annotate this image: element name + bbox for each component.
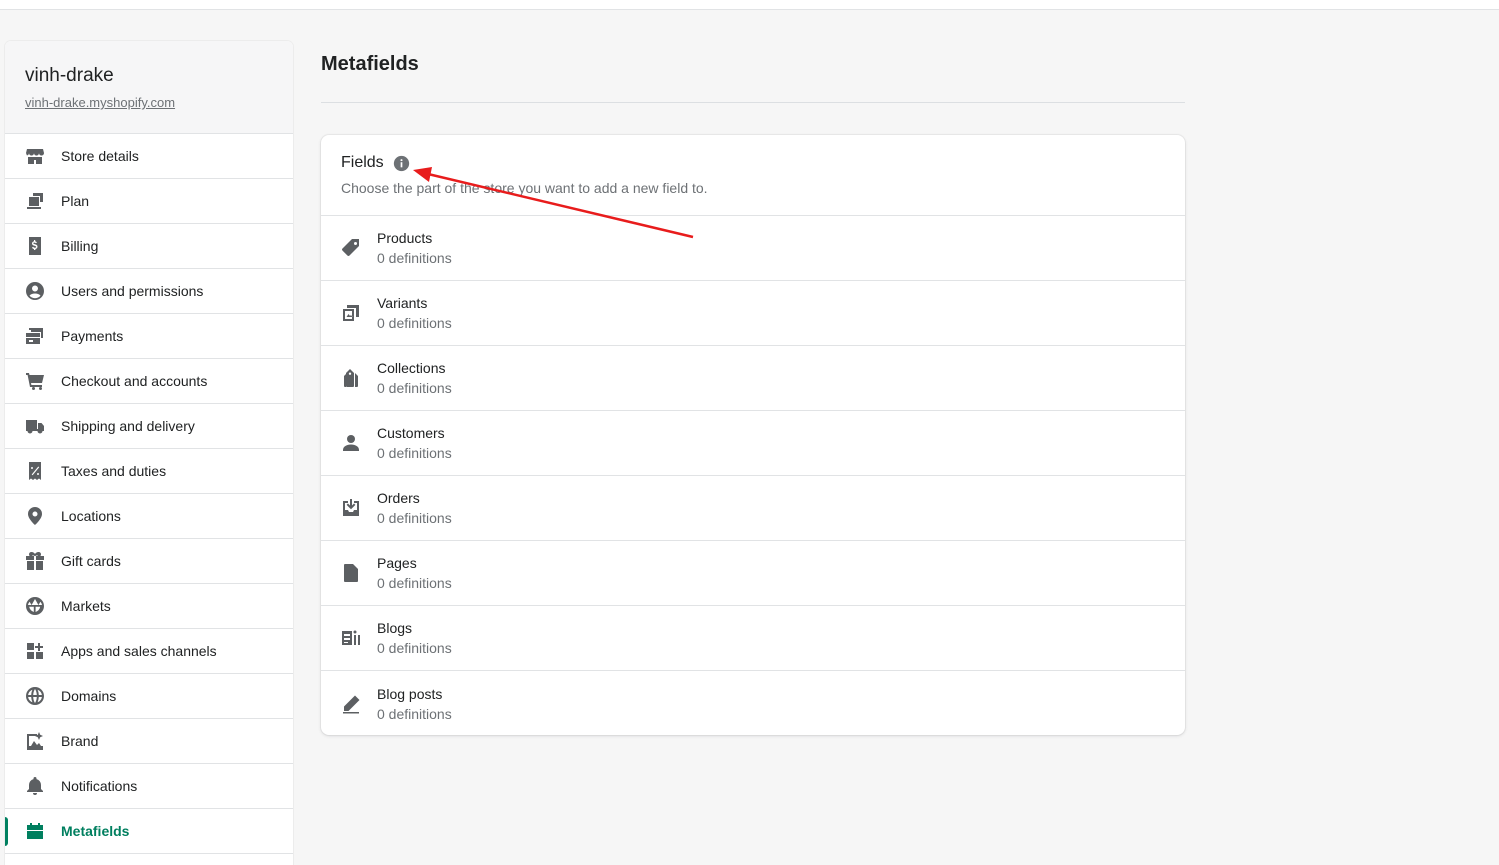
sidebar-item-notifications[interactable]: Notifications xyxy=(5,764,293,809)
tag-icon xyxy=(341,238,361,258)
sidebar-item-label: Plan xyxy=(61,193,90,209)
card-title: Fields xyxy=(341,154,384,171)
row-definitions-count: 0 definitions xyxy=(377,380,452,396)
sidebar-item-store-details[interactable]: Store details xyxy=(5,134,293,179)
sidebar-item-label: Locations xyxy=(61,508,121,524)
sidebar-item-label: Markets xyxy=(61,598,111,614)
sidebar-item-billing[interactable]: Billing xyxy=(5,224,293,269)
row-definitions-count: 0 definitions xyxy=(377,250,452,266)
sidebar-item-metafields[interactable]: Metafields xyxy=(5,809,293,854)
row-title: Blog posts xyxy=(377,685,443,702)
store-icon xyxy=(24,145,46,167)
customer-icon xyxy=(341,433,361,453)
page-icon xyxy=(341,563,361,583)
sidebar-item-label: Brand xyxy=(61,733,99,749)
sidebar-item-checkout-and-accounts[interactable]: Checkout and accounts xyxy=(5,359,293,404)
truck-icon xyxy=(24,415,46,437)
sidebar-item-label: Gift cards xyxy=(61,553,121,569)
top-bar xyxy=(0,0,1499,10)
fields-card: Fields Choose the part of the store you … xyxy=(321,135,1185,735)
row-definitions-count: 0 definitions xyxy=(377,510,452,526)
markets-icon xyxy=(24,595,46,617)
sidebar-item-label: Store details xyxy=(61,148,139,164)
variants-icon xyxy=(341,303,361,323)
gift-icon xyxy=(24,550,46,572)
row-title: Blogs xyxy=(377,620,413,636)
sidebar-item-label: Apps and sales channels xyxy=(61,643,217,659)
page-title: Metafields xyxy=(321,53,419,75)
row-title: Pages xyxy=(377,555,417,571)
pencil-icon xyxy=(341,694,361,714)
tax-icon xyxy=(24,460,46,482)
sidebar-item-payments[interactable]: Payments xyxy=(5,314,293,359)
billing-icon xyxy=(24,235,46,257)
apps-icon xyxy=(24,640,46,662)
sidebar-item-locations[interactable]: Locations xyxy=(5,494,293,539)
card-header: Fields Choose the part of the store you … xyxy=(321,135,1185,216)
store-url-link[interactable]: vinh-drake.myshopify.com xyxy=(25,95,175,110)
sidebar-item-label: Users and permissions xyxy=(61,283,204,299)
field-row-products[interactable]: Products 0 definitions xyxy=(321,216,1185,281)
field-row-blogs[interactable]: Blogs 0 definitions xyxy=(321,606,1185,671)
sidebar-item-label: Billing xyxy=(61,238,99,254)
sidebar-item-domains[interactable]: Domains xyxy=(5,674,293,719)
row-title: Customers xyxy=(377,425,445,441)
field-row-pages[interactable]: Pages 0 definitions xyxy=(321,541,1185,606)
collections-icon xyxy=(341,368,361,388)
row-definitions-count: 0 definitions xyxy=(377,640,452,656)
row-definitions-count: 0 definitions xyxy=(377,575,452,591)
sidebar-item-plan[interactable]: Plan xyxy=(5,179,293,224)
sidebar-item-apps-and-sales-channels[interactable]: Apps and sales channels xyxy=(5,629,293,674)
title-divider xyxy=(321,102,1185,103)
sidebar-item-label: Taxes and duties xyxy=(61,463,167,479)
orders-icon xyxy=(341,498,361,518)
card-subtitle: Choose the part of the store you want to… xyxy=(341,180,708,196)
info-icon[interactable] xyxy=(393,155,410,172)
field-row-orders[interactable]: Orders 0 definitions xyxy=(321,476,1185,541)
sidebar-item-label: Shipping and delivery xyxy=(61,418,195,434)
blog-icon xyxy=(341,628,361,648)
field-row-collections[interactable]: Collections 0 definitions xyxy=(321,346,1185,411)
row-title: Orders xyxy=(377,490,420,506)
sidebar-item-markets[interactable]: Markets xyxy=(5,584,293,629)
sidebar-item-label: Checkout and accounts xyxy=(61,373,208,389)
row-definitions-count: 0 definitions xyxy=(377,705,452,722)
sidebar-item-users-and-permissions[interactable]: Users and permissions xyxy=(5,269,293,314)
globe-icon xyxy=(24,685,46,707)
location-pin-icon xyxy=(24,505,46,527)
cart-icon xyxy=(24,370,46,392)
store-name: vinh-drake xyxy=(25,65,114,86)
row-title: Collections xyxy=(377,360,446,376)
brand-icon xyxy=(24,730,46,752)
metafields-icon xyxy=(24,820,46,842)
field-row-customers[interactable]: Customers 0 definitions xyxy=(321,411,1185,476)
sidebar-item-label: Domains xyxy=(61,688,117,704)
row-definitions-count: 0 definitions xyxy=(377,315,452,331)
bell-icon xyxy=(24,775,46,797)
settings-sidebar: vinh-drake vinh-drake.myshopify.com Stor… xyxy=(5,41,293,865)
plan-icon xyxy=(24,190,46,212)
field-row-variants[interactable]: Variants 0 definitions xyxy=(321,281,1185,346)
sidebar-item-label: Notifications xyxy=(61,778,138,794)
field-row-blog-posts[interactable]: Blog posts 0 definitions xyxy=(321,671,1185,735)
sidebar-item-label: Metafields xyxy=(61,823,130,839)
sidebar-item-gift-cards[interactable]: Gift cards xyxy=(5,539,293,584)
row-title: Products xyxy=(377,230,433,246)
row-title: Variants xyxy=(377,295,428,311)
sidebar-item-brand[interactable]: Brand xyxy=(5,719,293,764)
payments-icon xyxy=(24,325,46,347)
row-definitions-count: 0 definitions xyxy=(377,445,452,461)
sidebar-item-shipping-and-delivery[interactable]: Shipping and delivery xyxy=(5,404,293,449)
user-circle-icon xyxy=(24,280,46,302)
sidebar-item-taxes-and-duties[interactable]: Taxes and duties xyxy=(5,449,293,494)
sidebar-item-label: Payments xyxy=(61,328,124,344)
store-header: vinh-drake vinh-drake.myshopify.com xyxy=(5,41,293,134)
